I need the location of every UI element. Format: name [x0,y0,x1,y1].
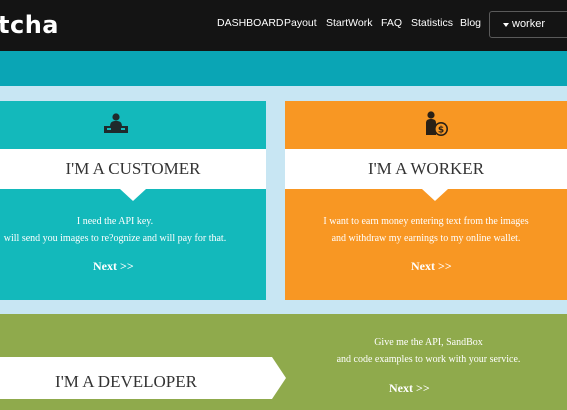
developer-desc-line-1: Give me the API, SandBox [374,337,483,348]
nav-payout[interactable]: Payout [284,17,317,29]
svg-text:$: $ [438,126,444,136]
customer-title: I'M A CUSTOMER [65,159,201,178]
developer-description: Give me the API, SandBox and code exampl… [290,334,567,368]
customer-desc-line-1: I need the API key. [76,216,154,227]
customer-desc-line-2: will send you images to re?ognize and wi… [3,233,227,244]
nav-dashboard[interactable]: DASHBOARD [217,17,284,29]
caret-down-icon [503,23,509,27]
worker-description: I want to earn money entering text from … [285,213,567,247]
nav-startwork[interactable]: StartWork [326,17,372,29]
site-logo[interactable]: tcha [0,11,59,39]
nav-blog[interactable]: Blog [460,17,481,29]
worker-ribbon: I'M A WORKER [285,149,567,189]
desk-person-icon [104,113,128,133]
worker-desc-line-1: I want to earn money entering text from … [323,216,529,227]
worker-panel: $ I'M A WORKER I want to earn money ente… [285,101,567,300]
developer-desc-line-2: and code examples to work with your serv… [336,354,521,365]
teal-banner [0,51,567,86]
worker-next-link[interactable]: Next >> [411,259,452,274]
nav-faq[interactable]: FAQ [381,17,402,29]
top-navbar: tcha DASHBOARD Payout StartWork FAQ Stat… [0,0,567,51]
worker-title: I'M A WORKER [367,159,485,178]
ribbon-pointer [422,189,448,201]
developer-next-link[interactable]: Next >> [389,381,430,396]
nav-statistics[interactable]: Statistics [411,17,453,29]
user-menu-dropdown[interactable]: worker [489,11,567,38]
customer-next-link[interactable]: Next >> [93,259,134,274]
ribbon-pointer [120,189,146,201]
user-menu-label: worker [512,18,546,30]
customer-ribbon: I'M A CUSTOMER [0,149,266,189]
developer-title: I'M A DEVELOPER [55,372,197,391]
developer-panel: I'M A DEVELOPER Give me the API, SandBox… [0,314,567,410]
person-coin-icon: $ [426,111,448,136]
worker-desc-line-2: and withdraw my earnings to my online wa… [331,233,521,244]
customer-panel: I'M A CUSTOMER I need the API key. will … [0,101,266,300]
customer-description: I need the API key. will send you images… [0,213,230,247]
